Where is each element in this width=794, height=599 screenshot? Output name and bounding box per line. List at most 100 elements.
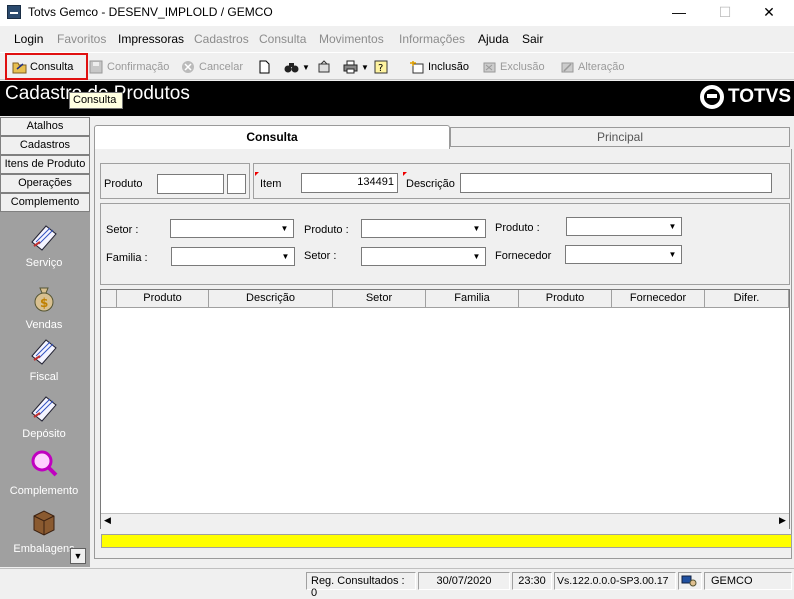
produto-digit-input[interactable] — [227, 174, 246, 194]
tab-consulta[interactable]: Consulta — [94, 125, 450, 149]
familia-select[interactable]: ▼ — [171, 247, 295, 266]
chevron-down-icon[interactable]: ▼ — [665, 219, 680, 234]
delete-record-icon — [483, 62, 496, 73]
results-grid[interactable] — [100, 289, 790, 529]
item-label: Item — [260, 178, 282, 190]
browse-button[interactable] — [317, 57, 332, 77]
status-date: 30/07/2020 — [418, 572, 510, 590]
sidebar-button-complemento[interactable]: Complemento — [0, 193, 90, 212]
deposito-label: Depósito — [22, 428, 66, 440]
sidebar-button-operacoes[interactable]: Operações — [0, 174, 90, 193]
tab-principal[interactable]: Principal — [450, 127, 790, 147]
complemento-label: Complemento — [9, 485, 79, 497]
produto-select-2[interactable]: ▼ — [566, 217, 682, 236]
menu-informacoes[interactable]: Informações — [399, 32, 465, 46]
chevron-down-icon[interactable]: ▼ — [469, 221, 484, 236]
new-record-icon — [410, 61, 424, 74]
print-button[interactable]: ▼ — [343, 57, 369, 77]
new-document-button[interactable] — [257, 57, 272, 77]
grid-col-produto[interactable]: Produto — [117, 290, 209, 308]
produto-input[interactable] — [157, 174, 224, 194]
horizontal-scrollbar[interactable]: ◀ ▶ — [101, 513, 789, 529]
status-time: 23:30 — [512, 572, 552, 590]
menu-favoritos[interactable]: Favoritos — [57, 32, 106, 46]
status-user-icon-cell — [678, 572, 702, 590]
sidebar-button-atalhos[interactable]: Atalhos — [0, 117, 90, 136]
sidebar-button-itens-de-produto[interactable]: Itens de Produto — [0, 155, 90, 174]
produto-filter-label-2: Produto : — [495, 222, 540, 234]
title-bar: Totvs Gemco - DESENV_IMPLOLD / GEMCO — ☐… — [0, 0, 794, 26]
minimize-button[interactable]: — — [656, 0, 702, 26]
maximize-button[interactable]: ☐ — [702, 0, 748, 26]
find-dropdown-icon[interactable]: ▼ — [302, 63, 310, 72]
scroll-left-icon[interactable]: ◀ — [104, 515, 111, 526]
grid-col-descricao[interactable]: Descrição — [209, 290, 333, 308]
grid-col-setor[interactable]: Setor — [333, 290, 426, 308]
sidebar-item-complemento[interactable]: Complemento — [0, 448, 88, 497]
confirmacao-button[interactable]: Confirmação — [89, 57, 169, 77]
svg-text:$: $ — [40, 296, 48, 310]
grid-row-indicator-header — [101, 290, 117, 308]
edit-record-icon — [561, 62, 574, 73]
inclusao-button[interactable]: Inclusão — [410, 57, 469, 77]
find-button[interactable]: ▼ — [284, 57, 310, 77]
menu-impressoras[interactable]: Impressoras — [118, 32, 184, 46]
sidebar-item-servico[interactable]: Serviço — [0, 220, 88, 269]
menu-consulta[interactable]: Consulta — [259, 32, 306, 46]
menu-cadastros[interactable]: Cadastros — [194, 32, 249, 46]
menu-ajuda[interactable]: Ajuda — [478, 32, 509, 46]
servico-label: Serviço — [25, 257, 63, 269]
setor-select-2[interactable]: ▼ — [361, 247, 486, 266]
fornecedor-select[interactable]: ▼ — [565, 245, 682, 264]
status-environment: GEMCO — [704, 572, 792, 590]
chevron-down-icon[interactable]: ▼ — [665, 247, 680, 262]
svg-text:?: ? — [378, 63, 383, 74]
grid-col-familia[interactable]: Familia — [426, 290, 519, 308]
sidebar-item-vendas[interactable]: $ Vendas — [0, 282, 88, 331]
help-button[interactable]: ? — [374, 57, 389, 77]
browse-icon — [318, 60, 330, 73]
money-bag-icon: $ — [34, 287, 54, 312]
cancelar-button[interactable]: Cancelar — [181, 57, 243, 77]
chevron-down-icon[interactable]: ▼ — [278, 249, 293, 264]
scroll-right-icon[interactable]: ▶ — [779, 515, 786, 526]
status-version: Vs.122.0.0.0-SP3.00.17 — [554, 572, 676, 590]
binoculars-icon — [284, 63, 299, 73]
sidebar-scroll-down-button[interactable]: ▼ — [70, 548, 86, 564]
setor-select[interactable]: ▼ — [170, 219, 294, 238]
fornecedor-label: Fornecedor — [495, 250, 552, 262]
magnifier-icon — [31, 450, 58, 477]
alteracao-button[interactable]: Alteração — [560, 57, 624, 77]
package-icon — [33, 510, 55, 536]
chevron-down-icon[interactable]: ▼ — [277, 221, 292, 236]
exclusao-button[interactable]: Exclusão — [482, 57, 545, 77]
document-icon — [259, 60, 270, 74]
required-marker — [255, 172, 259, 176]
status-bar: Reg. Consultados : 0 30/07/2020 23:30 Vs… — [0, 568, 794, 599]
sidebar-item-fiscal[interactable]: Fiscal — [0, 334, 88, 383]
deposito-icon — [31, 396, 57, 422]
produto-select[interactable]: ▼ — [361, 219, 486, 238]
chevron-down-icon[interactable]: ▼ — [469, 249, 484, 264]
sidebar-button-cadastros[interactable]: Cadastros — [0, 136, 90, 155]
menu-movimentos[interactable]: Movimentos — [319, 32, 384, 46]
grid-header: Produto Descrição Setor Familia Produto … — [101, 290, 789, 308]
descricao-input[interactable] — [460, 173, 772, 193]
menu-sair[interactable]: Sair — [522, 32, 543, 46]
fiscal-icon — [31, 339, 57, 365]
sidebar-item-deposito[interactable]: Depósito — [0, 391, 88, 440]
close-button[interactable]: ✕ — [746, 0, 792, 26]
menu-login[interactable]: Login — [14, 32, 43, 46]
totvs-logo-icon — [700, 85, 724, 109]
print-dropdown-icon[interactable]: ▼ — [361, 63, 369, 72]
produto-label: Produto — [104, 178, 143, 190]
alteracao-label: Alteração — [578, 61, 625, 73]
item-input[interactable]: 134491 — [301, 173, 398, 193]
exclusao-label: Exclusão — [500, 61, 545, 73]
descricao-label: Descrição — [406, 178, 455, 190]
grid-col-difer[interactable]: Difer. — [705, 290, 789, 308]
grid-col-produto-2[interactable]: Produto — [519, 290, 612, 308]
toolbar: Consulta Confirmação Cancelar ▼ ▼ ? Incl… — [0, 52, 794, 80]
grid-col-fornecedor[interactable]: Fornecedor — [612, 290, 705, 308]
printer-icon — [343, 60, 358, 74]
